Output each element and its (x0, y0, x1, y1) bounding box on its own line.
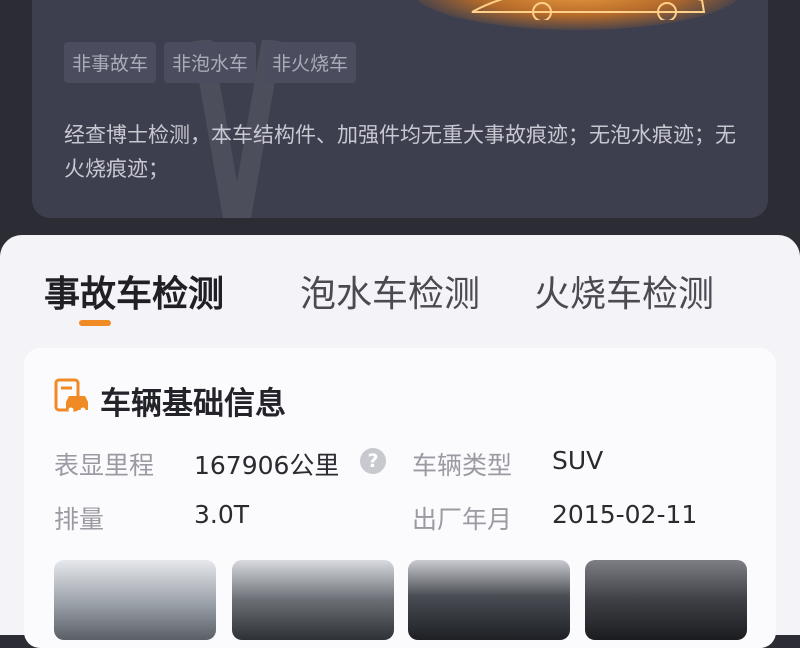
vehicle-photo[interactable] (232, 560, 394, 640)
manufacture-date-value: 2015-02-11 (552, 500, 698, 529)
mileage-value: 167906公里 (194, 451, 340, 480)
status-tags: 非事故车 非泡水车 非火烧车 (64, 42, 357, 83)
manufacture-date-label: 出厂年月 (412, 505, 513, 534)
car-document-icon (54, 378, 88, 413)
inspection-summary-card: 非事故车 非泡水车 非火烧车 经查博士检测，本车结构件、加强件均无重大事故痕迹；… (32, 0, 768, 218)
vehicle-photo[interactable] (54, 560, 216, 640)
vehicle-info-title: 车辆基础信息 (100, 386, 286, 422)
displacement-value: 3.0T (194, 500, 250, 529)
inspection-summary-text: 经查博士检测，本车结构件、加强件均无重大事故痕迹；无泡水痕迹；无火烧痕迹； (64, 123, 736, 181)
tag-non-fire: 非火烧车 (264, 42, 357, 83)
tag-non-accident: 非事故车 (64, 42, 157, 83)
vehicle-photo[interactable] (408, 560, 570, 640)
car-outline-icon (471, 0, 706, 20)
vehicle-photo[interactable] (585, 560, 747, 640)
tag-non-flood: 非泡水车 (164, 42, 257, 83)
detail-panel: 事故车检测 泡水车检测 火烧车检测 车辆基础信息 表显里程 167906公里 ?… (0, 235, 800, 648)
help-icon[interactable]: ? (360, 448, 386, 474)
vehicle-info-card: 车辆基础信息 表显里程 167906公里 ? 车辆类型 SUV 排量 3.0T … (24, 348, 776, 648)
tab-fire-inspection[interactable]: 火烧车检测 (534, 265, 714, 317)
active-tab-indicator (79, 320, 111, 326)
displacement-label: 排量 (54, 505, 105, 534)
vehicle-type-value: SUV (552, 446, 604, 475)
tab-accident-inspection[interactable]: 事故车检测 (44, 265, 224, 317)
vehicle-type-label: 车辆类型 (412, 451, 513, 480)
tab-flood-inspection[interactable]: 泡水车检测 (300, 265, 480, 317)
mileage-label: 表显里程 (54, 451, 155, 480)
